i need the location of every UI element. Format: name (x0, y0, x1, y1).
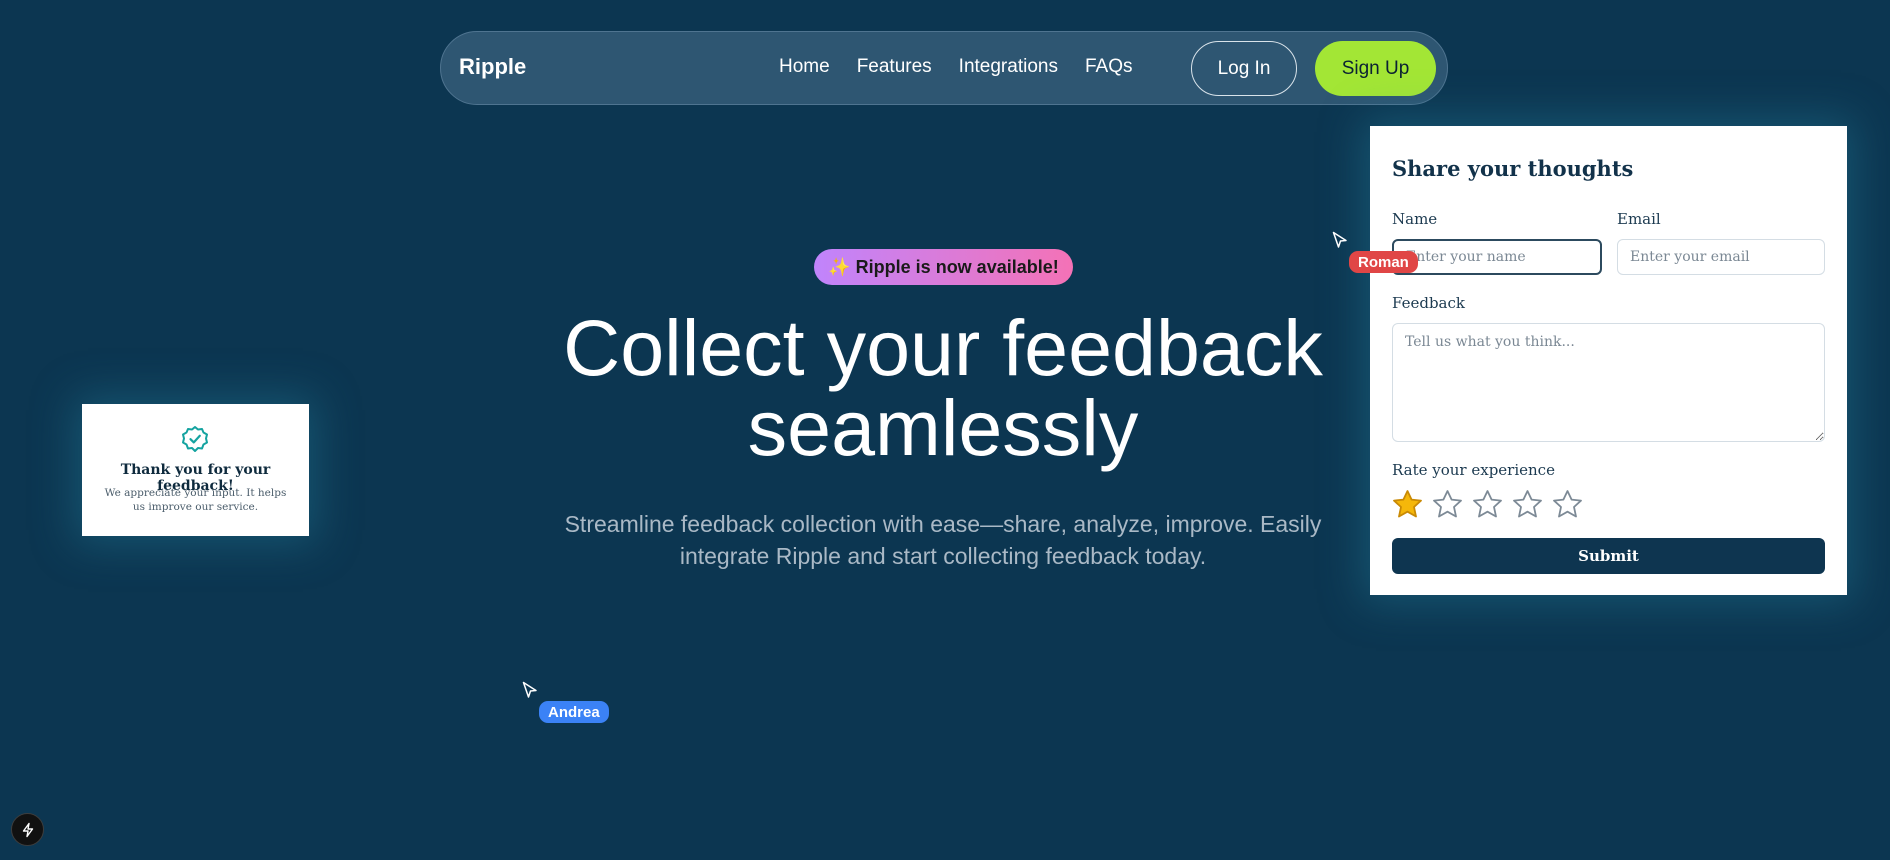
star-empty-icon[interactable] (1552, 489, 1583, 520)
signup-button[interactable]: Sign Up (1315, 41, 1436, 96)
hero-title-line-2: seamlessly (747, 383, 1139, 472)
brand-logo[interactable]: Ripple (459, 54, 526, 80)
hero-subtitle: Streamline feedback collection with ease… (540, 508, 1346, 572)
feedback-label: Feedback (1392, 294, 1465, 312)
andrea-cursor-label: Andrea (539, 701, 609, 723)
thank-you-message: We appreciate your input. It helps us im… (104, 487, 287, 513)
nav-link-features[interactable]: Features (857, 56, 932, 78)
star-filled-icon[interactable] (1392, 489, 1423, 520)
feedback-form-card: Share your thoughts Name Email Feedback … (1370, 126, 1847, 595)
lightning-bolt-icon (22, 822, 33, 837)
roman-cursor-label: Roman (1349, 251, 1418, 273)
announcement-badge[interactable]: ✨ Ripple is now available! (814, 249, 1073, 285)
navbar: Ripple Home Features Integrations FAQs L… (440, 31, 1448, 105)
hero-subtitle-line-1: Streamline feedback collection with ease… (564, 511, 1322, 537)
name-label: Name (1392, 210, 1438, 228)
login-button[interactable]: Log In (1191, 41, 1297, 96)
rating-label: Rate your experience (1392, 461, 1555, 479)
andrea-cursor-icon (522, 681, 537, 698)
roman-cursor-icon (1332, 231, 1347, 248)
star-empty-icon[interactable] (1432, 489, 1463, 520)
nav-link-integrations[interactable]: Integrations (959, 56, 1058, 78)
form-title: Share your thoughts (1392, 156, 1634, 181)
feedback-textarea[interactable] (1392, 323, 1825, 442)
star-rating (1392, 489, 1583, 520)
hero-title: Collect your feedback seamlessly (420, 308, 1466, 468)
star-empty-icon[interactable] (1472, 489, 1503, 520)
dev-tools-button[interactable] (11, 813, 44, 846)
nav-link-home[interactable]: Home (779, 56, 830, 78)
email-input[interactable] (1617, 239, 1825, 275)
star-empty-icon[interactable] (1512, 489, 1543, 520)
name-input[interactable] (1392, 239, 1602, 275)
thank-you-card: Thank you for your feedback! We apprecia… (82, 404, 309, 536)
nav-link-faqs[interactable]: FAQs (1085, 56, 1133, 78)
submit-button[interactable]: Submit (1392, 538, 1825, 574)
hero-subtitle-line-2: integrate Ripple and start collecting fe… (679, 543, 1207, 569)
check-badge-icon (182, 426, 208, 452)
hero-title-line-1: Collect your feedback (563, 303, 1323, 392)
email-label: Email (1617, 210, 1661, 228)
nav-links: Home Features Integrations FAQs (779, 56, 1132, 78)
